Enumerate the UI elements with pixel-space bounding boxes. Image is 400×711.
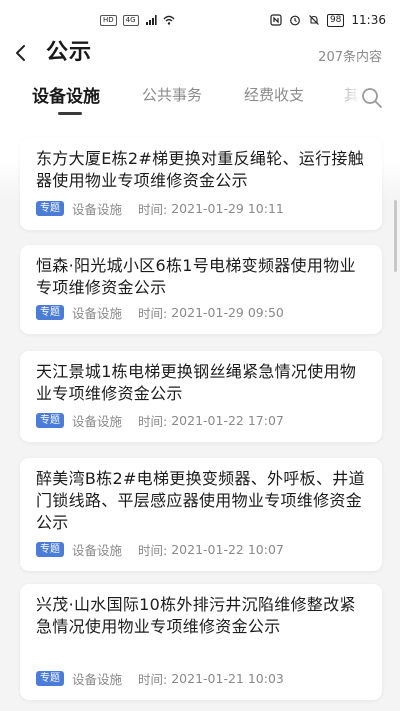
tab-equipment[interactable]: 设备设施 (32, 82, 100, 107)
status-right: 98 11:36 (270, 13, 386, 27)
tab-public-affairs[interactable]: 公共事务 (142, 84, 202, 105)
item-title: 恒森·阳光城小区6栋1号电梯变频器使用物业专项维修资金公示 (36, 256, 356, 297)
time-label: 时间: (138, 672, 168, 687)
content-count: 207条内容 (318, 50, 382, 65)
signal-icon (145, 15, 157, 25)
chevron-left-icon (16, 45, 25, 61)
alarm-icon (290, 15, 300, 26)
category-tabs: 设备设施 公共事务 经费收支 其 (0, 82, 400, 122)
item-time: 2021-01-29 10:11 (171, 201, 284, 216)
item-time: 2021-01-29 09:50 (171, 305, 284, 320)
time-label: 时间: (138, 543, 168, 558)
topic-badge: 专题 (36, 542, 64, 557)
item-category: 设备设施 (72, 306, 123, 321)
clock: 11:36 (351, 13, 386, 27)
item-meta: 专题 设备设施 时间: 2021-01-29 09:50 (36, 303, 284, 322)
item-category: 设备设施 (72, 543, 123, 558)
time-label: 时间: (138, 202, 168, 217)
scrollbar[interactable] (394, 200, 397, 272)
mute-icon (309, 15, 319, 25)
search-icon[interactable] (360, 86, 384, 110)
item-time: 2021-01-22 17:07 (171, 413, 284, 428)
item-meta: 专题 设备设施 时间: 2021-01-29 10:11 (36, 199, 284, 218)
item-meta: 专题 设备设施 时间: 2021-01-22 17:07 (36, 411, 284, 430)
item-meta: 专题 设备设施 时间: 2021-01-22 10:07 (36, 540, 284, 559)
item-title: 醉美湾B栋2#电梯更换变频器、外呼板、井道门锁线路、平层感应器使用物业专项维修资… (36, 469, 365, 532)
topic-badge: 专题 (36, 201, 64, 216)
time-label: 时间: (138, 306, 168, 321)
network-type: 4G (122, 14, 139, 26)
item-category: 设备设施 (72, 414, 123, 429)
status-bar: HD 4G 98 11:36 (0, 0, 400, 40)
item-time: 2021-01-21 10:03 (171, 671, 284, 686)
active-tab-indicator (58, 112, 82, 115)
wifi-icon (163, 15, 175, 25)
item-time: 2021-01-22 10:07 (171, 542, 284, 557)
list-item[interactable]: 东方大厦E栋2#梯更换对重反绳轮、运行接触器使用物业专项维修资金公示 专题 设备… (20, 138, 382, 230)
item-category: 设备设施 (72, 202, 123, 217)
topic-badge: 专题 (36, 305, 64, 320)
list-item[interactable]: 恒森·阳光城小区6栋1号电梯变频器使用物业专项维修资金公示 专题 设备设施 时间… (20, 245, 382, 334)
tab-funds[interactable]: 经费收支 (244, 84, 304, 105)
item-meta: 专题 设备设施 时间: 2021-01-21 10:03 (36, 669, 284, 688)
item-title: 东方大厦E栋2#梯更换对重反绳轮、运行接触器使用物业专项维修资金公示 (36, 149, 364, 190)
list-item[interactable]: 兴茂·山水国际10栋外排污井沉陷维修整改紧急情况使用物业专项维修资金公示 专题 … (20, 584, 382, 700)
nfc-icon (270, 14, 282, 26)
list-item[interactable]: 天江景城1栋电梯更换钢丝绳紧急情况使用物业专项维修资金公示 专题 设备设施 时间… (20, 351, 382, 442)
topic-badge: 专题 (36, 671, 64, 686)
battery-indicator: 98 (326, 13, 345, 27)
list-item[interactable]: 醉美湾B栋2#电梯更换变频器、外呼板、井道门锁线路、平层感应器使用物业专项维修资… (20, 458, 382, 571)
back-button[interactable] (8, 40, 34, 66)
topic-badge: 专题 (36, 413, 64, 428)
page-title: 公示 (46, 40, 93, 65)
item-title: 兴茂·山水国际10栋外排污井沉陷维修整改紧急情况使用物业专项维修资金公示 (36, 595, 356, 636)
item-category: 设备设施 (72, 672, 123, 687)
status-left: HD 4G (100, 14, 175, 26)
item-title: 天江景城1栋电梯更换钢丝绳紧急情况使用物业专项维修资金公示 (36, 362, 357, 403)
time-label: 时间: (138, 414, 168, 429)
hd-indicator: HD (100, 14, 117, 26)
